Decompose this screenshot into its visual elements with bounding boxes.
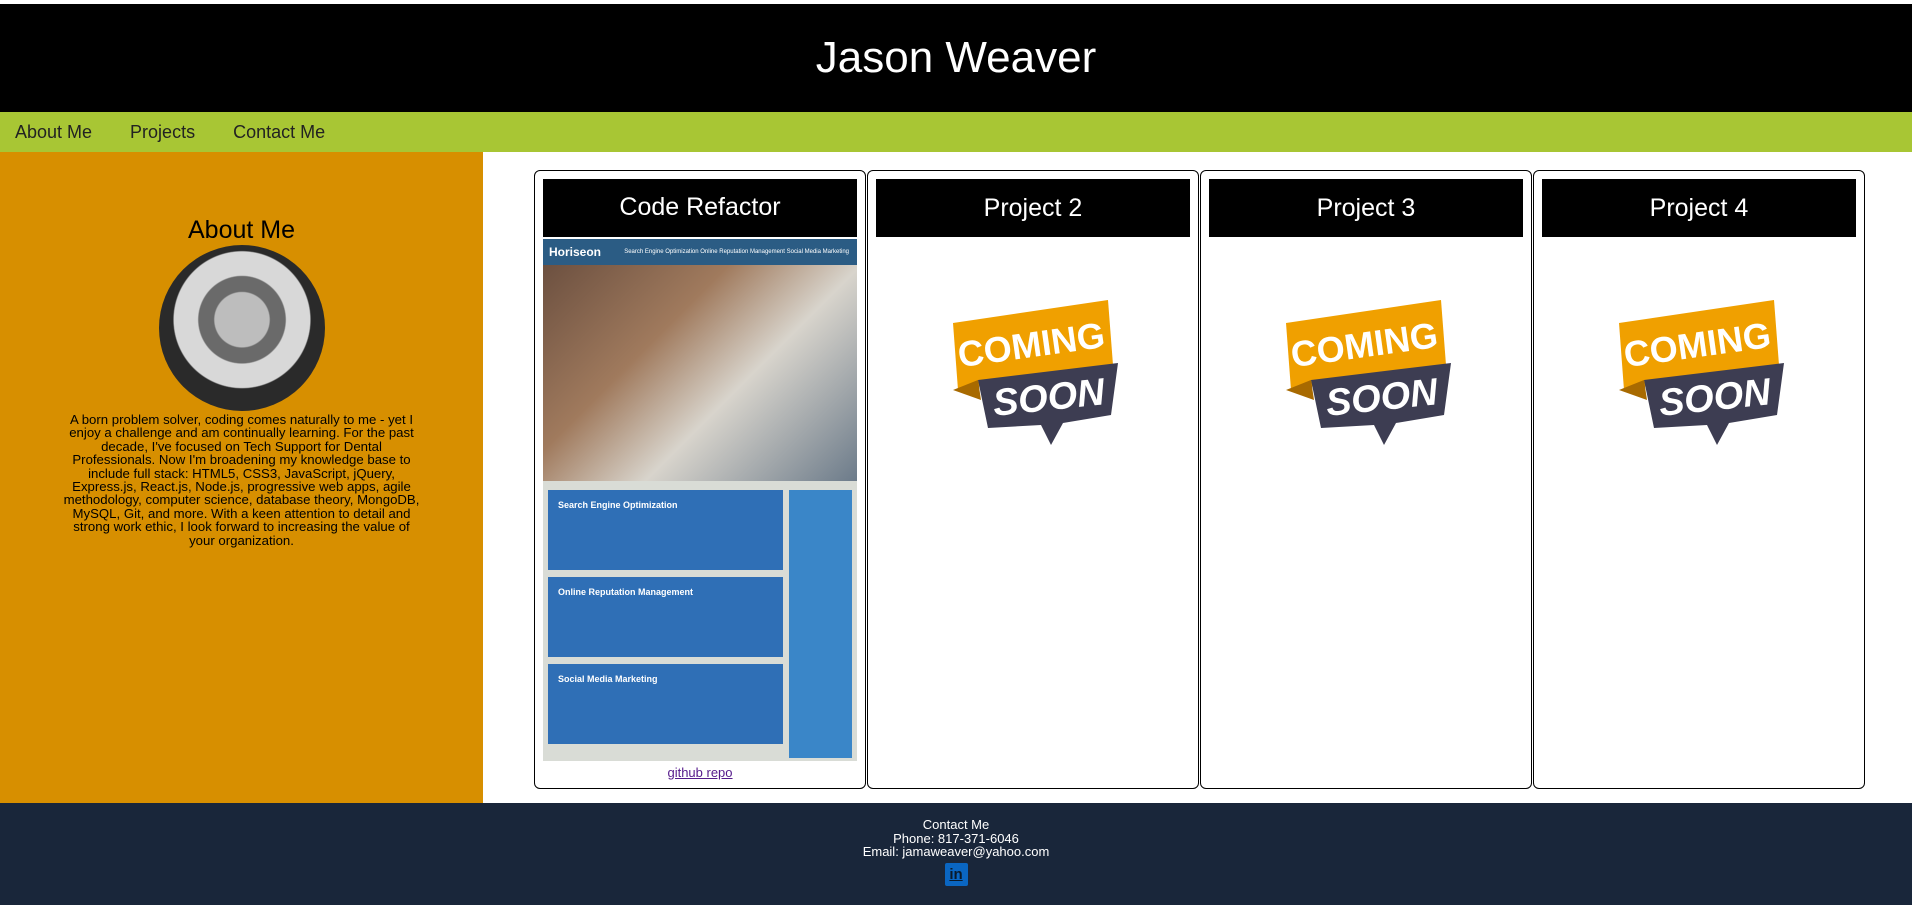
nav-about-me[interactable]: About Me [15, 122, 92, 143]
horiseon-brand: Horiseon [549, 244, 602, 259]
linkedin-icon[interactable]: in [944, 862, 968, 886]
site-footer: Contact Me Phone: 817-371-6046 Email: ja… [0, 803, 1912, 905]
project-screenshot-horiseon: Horiseon Search Engine Optimization Onli… [543, 238, 857, 761]
about-heading: About Me [187, 216, 295, 244]
page: Jason Weaver About Me Projects Contact M… [0, 0, 1912, 912]
about-section: About Me A born problem solver, coding c… [0, 152, 483, 803]
about-bio: A born problem solver, coding comes natu… [63, 412, 420, 548]
project-title: Project 3 [1209, 179, 1523, 237]
site-title: Jason Weaver [815, 33, 1097, 82]
project-title: Code Refactor [543, 179, 857, 237]
horiseon-nav: Search Engine Optimization Online Reputa… [624, 248, 849, 255]
project-title: Project 2 [876, 179, 1190, 237]
project-card-3: Project 3 COMING SOON [1200, 170, 1532, 789]
horiseon-content: Search Engine Optimization Online Reputa… [548, 489, 783, 751]
main-nav: About Me Projects Contact Me [0, 112, 1912, 152]
projects-section: Code Refactor Horiseon Search Engine Opt… [483, 152, 1912, 803]
github-repo-link[interactable]: github repo [667, 765, 732, 780]
nav-contact-me[interactable]: Contact Me [233, 122, 325, 143]
project-title: Project 4 [1542, 179, 1856, 237]
footer-heading: Contact Me [922, 817, 990, 832]
coming-soon-banner: COMING SOON [1286, 300, 1451, 445]
coming-soon-banner: COMING SOON [1619, 300, 1784, 445]
profile-photo [158, 245, 325, 411]
main-content: About Me A born problem solver, coding c… [0, 152, 1912, 803]
project-card-2: Project 2 COMING SOON [867, 170, 1199, 789]
horiseon-box-seo: Search Engine Optimization [548, 489, 783, 570]
site-header: Jason Weaver [0, 4, 1912, 112]
horiseon-box-social: Social Media Marketing [548, 663, 783, 744]
footer-email: Email: jamaweaver@yahoo.com [862, 844, 1050, 859]
horiseon-box-reputation: Online Reputation Management [548, 576, 783, 657]
horiseon-header: Horiseon Search Engine Optimization Onli… [543, 238, 857, 265]
project-card-code-refactor: Code Refactor Horiseon Search Engine Opt… [534, 170, 866, 789]
coming-soon-banner: COMING SOON [953, 300, 1118, 445]
horiseon-sidebar [789, 489, 852, 758]
horiseon-hero-image [543, 264, 857, 481]
footer-phone: Phone: 817-371-6046 [893, 830, 1019, 846]
project-card-4: Project 4 COMING SOON [1533, 170, 1865, 789]
nav-projects[interactable]: Projects [130, 122, 195, 143]
